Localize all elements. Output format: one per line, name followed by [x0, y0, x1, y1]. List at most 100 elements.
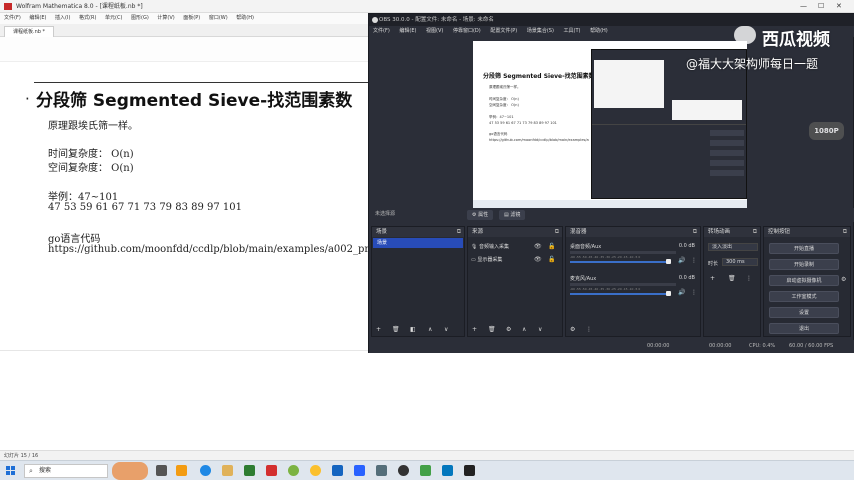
- app-icon-blue[interactable]: [354, 465, 365, 476]
- slide-line-space-complexity: 空间复杂度： O(n): [48, 163, 134, 174]
- chrome-icon[interactable]: [310, 465, 321, 476]
- add-scene-icon[interactable]: +: [376, 326, 381, 333]
- virtual-camera-gear-icon[interactable]: ⚙: [841, 276, 846, 284]
- mute-speaker-icon[interactable]: 🔊: [678, 289, 685, 297]
- move-down-icon[interactable]: ∨: [538, 326, 542, 333]
- obs-menu-edit[interactable]: 编辑(E): [399, 28, 416, 34]
- start-virtual-camera-button[interactable]: 启动虚拟摄像机: [769, 275, 839, 286]
- obs-menu-file[interactable]: 文件(F): [373, 28, 390, 34]
- source-item-display-capture[interactable]: ▭ 显示器采集: [471, 256, 502, 264]
- menu-edit[interactable]: 编辑(E): [29, 15, 46, 21]
- remove-scene-icon[interactable]: 🗑: [392, 326, 400, 333]
- filters-button[interactable]: ▤ 滤镜: [499, 210, 526, 220]
- obs-menu-view[interactable]: 视图(V): [426, 28, 443, 34]
- task-view-icon[interactable]: [156, 465, 167, 476]
- exit-button[interactable]: 退出: [769, 323, 839, 334]
- move-up-icon[interactable]: ∧: [522, 326, 526, 333]
- lock-icon[interactable]: 🔓: [548, 256, 555, 264]
- properties-button[interactable]: ⚙ 属性: [467, 210, 494, 220]
- folder-icon[interactable]: [222, 465, 233, 476]
- dock-popout-icon[interactable]: ⧉: [843, 227, 847, 237]
- volume-slider[interactable]: [570, 293, 670, 295]
- menu-window[interactable]: 窗口(W): [209, 15, 228, 21]
- scene-list-item[interactable]: 场景: [373, 238, 463, 248]
- file-explorer-icon[interactable]: [176, 465, 187, 476]
- lock-icon[interactable]: 🔓: [548, 243, 555, 251]
- menu-cell[interactable]: 单元(C): [105, 15, 122, 21]
- terminal-icon[interactable]: [464, 465, 475, 476]
- maximize-icon[interactable]: ☐: [818, 2, 824, 10]
- menu-file[interactable]: 文件(F): [4, 15, 21, 21]
- visibility-eye-icon[interactable]: 👁: [534, 256, 542, 264]
- edge-icon[interactable]: [200, 465, 211, 476]
- volume-slider-knob[interactable]: [666, 259, 671, 264]
- obs-taskbar-icon[interactable]: [398, 465, 409, 476]
- store-icon[interactable]: [244, 465, 255, 476]
- mixer-menu-icon[interactable]: ⋮: [586, 326, 592, 333]
- notebook-tab[interactable]: 课程纸板.nb *: [4, 26, 55, 37]
- taskbar-search-highlight-image[interactable]: [112, 462, 148, 480]
- dock-popout-icon[interactable]: ⧉: [753, 227, 757, 237]
- obs-menu-docks[interactable]: 停靠窗口(D): [453, 28, 481, 34]
- app-icon-gray[interactable]: [376, 465, 387, 476]
- volume-slider[interactable]: [570, 261, 670, 263]
- preview-line: 47 53 59 61 67 71 73 79 83 89 97 101: [489, 121, 557, 125]
- dock-popout-icon[interactable]: ⧉: [555, 227, 559, 237]
- remove-transition-icon[interactable]: 🗑: [728, 275, 736, 282]
- transition-duration-input[interactable]: 300 ms: [722, 258, 758, 266]
- obs-menu-profile[interactable]: 配置文件(P): [490, 28, 517, 34]
- app-icon-green[interactable]: [288, 465, 299, 476]
- slide-line-github-link[interactable]: https://github.com/moonfdd/ccdlp/blob/ma…: [48, 244, 368, 255]
- scene-filters-icon[interactable]: ◧: [410, 326, 416, 333]
- vscode-icon[interactable]: [332, 465, 343, 476]
- quality-badge[interactable]: 1080P: [809, 122, 844, 140]
- source-properties-icon[interactable]: ⚙: [506, 326, 511, 333]
- transition-menu-icon[interactable]: ⋮: [746, 275, 752, 282]
- add-source-icon[interactable]: +: [472, 326, 477, 333]
- fps-readout: 60.00 / 60.00 FPS: [789, 343, 834, 349]
- windows-start-icon[interactable]: [6, 466, 16, 476]
- nested-preview-area: [672, 100, 742, 120]
- transition-type-select[interactable]: 淡入淡出: [708, 243, 758, 251]
- mixer-menu-icon[interactable]: ⋮: [691, 257, 697, 265]
- wechat-icon[interactable]: [420, 465, 431, 476]
- menu-help[interactable]: 帮助(H): [236, 15, 254, 21]
- obs-menu-help[interactable]: 帮助(H): [590, 28, 608, 34]
- start-recording-button[interactable]: 开始录制: [769, 259, 839, 270]
- menu-format[interactable]: 格式(R): [79, 15, 96, 21]
- mixer-channel-db: 0.0 dB: [678, 275, 695, 281]
- mathematica-app-icon: [4, 3, 12, 10]
- menu-palettes[interactable]: 面板(P): [183, 15, 200, 21]
- close-icon[interactable]: ✕: [836, 2, 842, 10]
- app-icon-red[interactable]: [266, 465, 277, 476]
- source-item-audio-input[interactable]: 🎙 音频输入采集: [471, 243, 509, 251]
- move-down-icon[interactable]: ∨: [444, 326, 448, 333]
- dock-popout-icon[interactable]: ⧉: [457, 227, 461, 237]
- minimize-icon[interactable]: —: [800, 2, 807, 10]
- obs-menu-tools[interactable]: 工具(T): [564, 28, 581, 34]
- move-up-icon[interactable]: ∧: [428, 326, 432, 333]
- dock-popout-icon[interactable]: ⧉: [693, 227, 697, 237]
- advanced-audio-gear-icon[interactable]: ⚙: [570, 326, 575, 333]
- menu-insert[interactable]: 插入(I): [55, 15, 70, 21]
- visibility-eye-icon[interactable]: 👁: [534, 243, 542, 251]
- scenes-dock: 场景 ⧉ 场景 + 🗑 ◧ ∧ ∨: [371, 226, 465, 337]
- studio-mode-button[interactable]: 工作室模式: [769, 291, 839, 302]
- mixer-dock-header: 混音器 ⧉: [566, 227, 700, 237]
- add-transition-icon[interactable]: +: [710, 275, 715, 282]
- app-icon-cyan[interactable]: [442, 465, 453, 476]
- audio-mixer-dock: 混音器 ⧉ 桌面音频/Aux 0.0 dB -60 -55 -50 -45 -4…: [565, 226, 701, 337]
- mute-speaker-icon[interactable]: 🔊: [678, 257, 685, 265]
- remove-source-icon[interactable]: 🗑: [488, 326, 496, 333]
- mixer-menu-icon[interactable]: ⋮: [691, 289, 697, 297]
- volume-slider-knob[interactable]: [666, 291, 671, 296]
- preview-line: https://github.com/moonfdd/ccdlp/blob/ma…: [489, 138, 589, 142]
- notebook-tab-bar: 课程纸板.nb *: [0, 24, 370, 37]
- taskbar-search-box[interactable]: ⌕ 搜索: [24, 464, 108, 478]
- menu-evaluation[interactable]: 计算(V): [157, 15, 174, 21]
- settings-button[interactable]: 设置: [769, 307, 839, 318]
- menu-graphics[interactable]: 图形(G): [131, 15, 149, 21]
- obs-menu-scene-collection[interactable]: 场景集合(S): [527, 28, 554, 34]
- sources-dock: 来源 ⧉ 🎙 音频输入采集 👁 🔓 ▭ 显示器采集 👁 🔓 + 🗑 ⚙ ∧ ∨: [467, 226, 563, 337]
- start-streaming-button[interactable]: 开始直播: [769, 243, 839, 254]
